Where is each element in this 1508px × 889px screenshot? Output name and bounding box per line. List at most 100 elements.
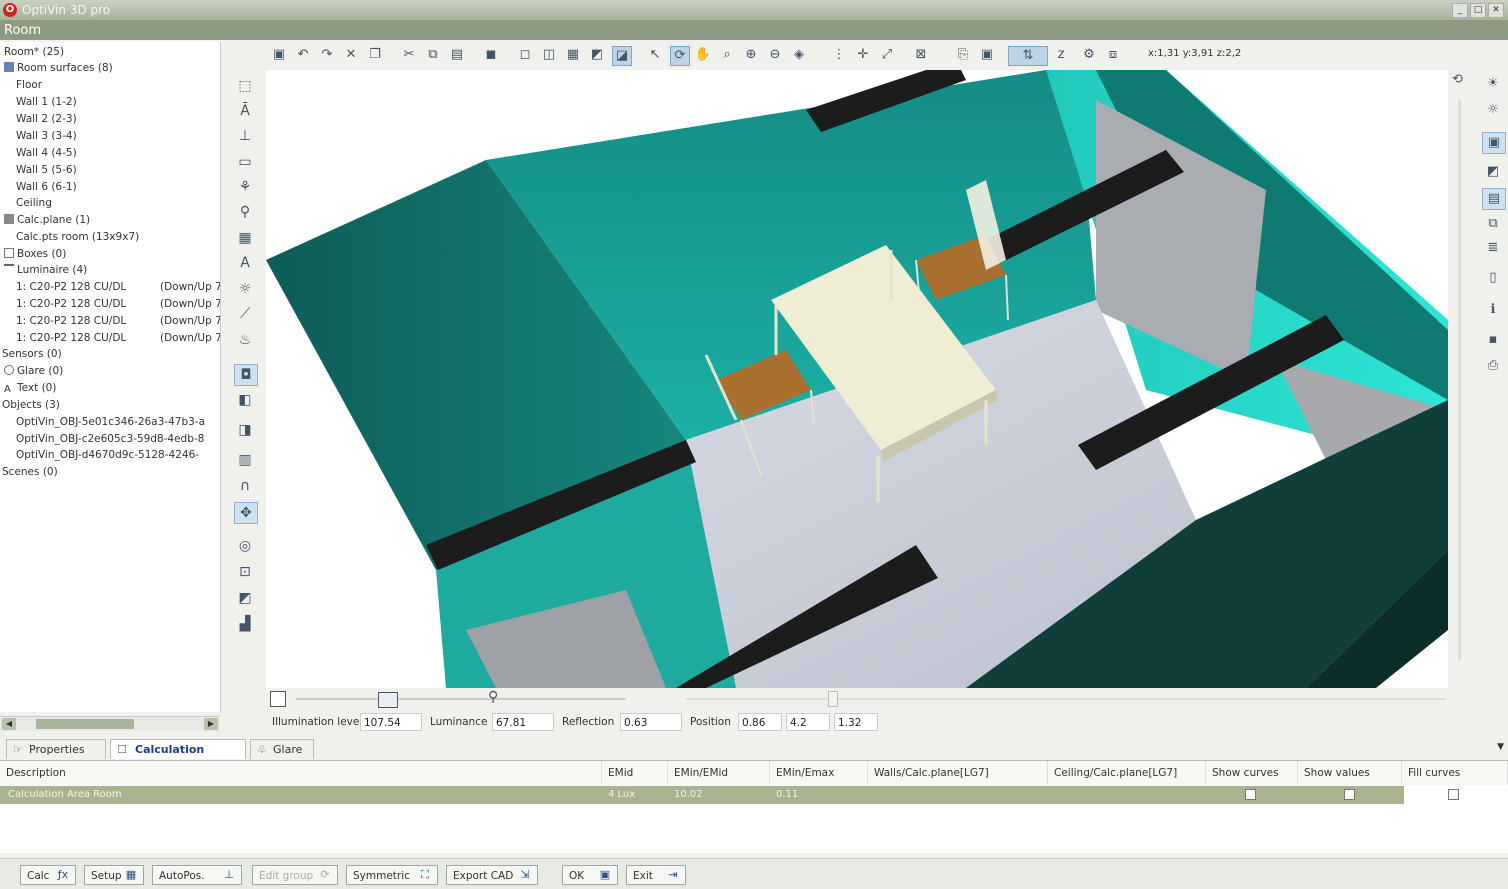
- save-view-icon[interactable]: ▪: [1482, 330, 1504, 350]
- view-front-icon[interactable]: ◻: [516, 46, 534, 64]
- slider-handle-right[interactable]: [828, 691, 838, 707]
- tree-item-luminaire-entry[interactable]: 1: C20-P2 128 CU/DL(Down/Up 70: [16, 296, 220, 312]
- vertical-slider-track[interactable]: [1458, 100, 1461, 660]
- measure-icon[interactable]: ⤢: [878, 46, 896, 64]
- tree-item-object-entry[interactable]: OptiVin_OBJ-d4670d9c-5128-4246-: [16, 447, 199, 463]
- bulb-tool-icon[interactable]: ♨: [234, 330, 256, 350]
- luminaire-row-tool-icon[interactable]: ⊥: [234, 126, 256, 146]
- symmetric-button[interactable]: Symmetric ⛶: [346, 865, 438, 885]
- tree-item-wall[interactable]: Wall 6 (6-1): [16, 179, 77, 195]
- database-icon[interactable]: ≣: [1482, 238, 1504, 258]
- screenshot-icon[interactable]: ⎘: [954, 46, 972, 64]
- false-color-tool-icon[interactable]: ◨: [234, 420, 256, 440]
- fill-curves-checkbox[interactable]: [1448, 789, 1459, 800]
- tree-item-object-entry[interactable]: OptiVin_OBJ-c2e605c3-59d8-4edb-8: [16, 431, 204, 447]
- tree-item-luminaire[interactable]: Luminaire (4): [4, 262, 87, 278]
- layer-tool-icon[interactable]: ◎: [234, 536, 256, 556]
- zoom-fit-icon[interactable]: ◈: [790, 46, 808, 64]
- print-icon[interactable]: ⎙: [1482, 356, 1504, 376]
- tab-calculation-result[interactable]: ☐ Calculation result: [110, 739, 246, 776]
- text-tool-icon[interactable]: A: [234, 253, 256, 273]
- sensor-tool-icon[interactable]: ⚲: [234, 202, 256, 222]
- column-header[interactable]: Ceiling/Calc.plane[LG7]: [1048, 761, 1206, 785]
- slider-track-right[interactable]: [686, 698, 1446, 700]
- tree-item-wall[interactable]: Wall 5 (5-6): [16, 162, 77, 178]
- object-tool-icon[interactable]: ⚘: [234, 177, 256, 197]
- tree-item-scenes[interactable]: Scenes (0): [2, 464, 58, 480]
- slider-knob-icon[interactable]: ⚲: [488, 689, 498, 705]
- tree-item-calc-plane[interactable]: Calc.plane (1): [4, 212, 90, 228]
- settings-icon[interactable]: ⚙: [1080, 46, 1098, 64]
- panel-dropdown-icon[interactable]: ▼: [1497, 742, 1504, 752]
- redo-icon[interactable]: ↷: [318, 46, 336, 64]
- calc-grid-tool-icon[interactable]: ▦: [234, 228, 256, 248]
- display-mode-icon[interactable]: ⊠: [912, 46, 930, 64]
- paste-icon[interactable]: ▤: [448, 46, 466, 64]
- delete-icon[interactable]: ✕: [342, 46, 360, 64]
- column-header[interactable]: EMid: [602, 761, 668, 785]
- exit-button[interactable]: Exit ⇥: [626, 865, 686, 885]
- align-tool-icon[interactable]: ⊡: [234, 562, 256, 582]
- curve-tool-icon[interactable]: ∩: [234, 476, 256, 496]
- line-tool-icon[interactable]: ⟋: [234, 304, 256, 324]
- tab-glare[interactable]: ♧ Glare: [250, 739, 314, 759]
- setup-button[interactable]: Setup ▦: [84, 865, 144, 885]
- view-3d-icon[interactable]: ◪: [612, 46, 632, 66]
- view-cube-tool-icon[interactable]: ◩: [234, 588, 256, 608]
- calc-button[interactable]: Calc ƒx: [20, 865, 76, 885]
- iso-lines-tool-icon[interactable]: ◧: [234, 390, 256, 410]
- tree-item-wall[interactable]: Wall 1 (1-2): [16, 94, 77, 110]
- tree-item-sensors[interactable]: Sensors (0): [2, 346, 62, 362]
- column-header[interactable]: Show curves: [1206, 761, 1298, 785]
- viewport-vertical-slider[interactable]: ⟲: [1450, 70, 1470, 688]
- tab-properties[interactable]: ☞ Properties: [6, 739, 106, 759]
- tree-item-luminaire-entry[interactable]: 1: C20-P2 128 CU/DL(Down/Up 70: [16, 330, 220, 346]
- slider-track[interactable]: [296, 698, 626, 700]
- axis-xy-icon[interactable]: ⇅: [1008, 46, 1048, 66]
- export-icon[interactable]: ▣: [978, 46, 996, 64]
- chart-tool-icon[interactable]: ▥: [234, 450, 256, 470]
- column-header[interactable]: Walls/Calc.plane[LG7]: [868, 761, 1048, 785]
- copy-view-icon[interactable]: ⧉: [1482, 214, 1504, 234]
- luminaire-tool-icon[interactable]: Ā: [234, 101, 256, 121]
- tree-item-wall[interactable]: Wall 2 (2-3): [16, 111, 77, 127]
- pan-hand-icon[interactable]: ✋: [694, 46, 712, 64]
- scroll-left-icon[interactable]: ◀: [2, 718, 16, 730]
- show-values-checkbox[interactable]: [1344, 789, 1355, 800]
- snap-icon[interactable]: ✛: [854, 46, 872, 64]
- axis-z-icon[interactable]: z: [1052, 46, 1070, 64]
- stats-tool-icon[interactable]: ▟: [234, 614, 256, 634]
- pointer-icon[interactable]: ↖: [646, 46, 664, 64]
- scroll-thumb[interactable]: [36, 719, 134, 729]
- tree-item-ceiling[interactable]: Ceiling: [16, 195, 52, 211]
- ok-button[interactable]: OK ▣: [562, 865, 618, 885]
- copy-icon[interactable]: ❐: [366, 46, 384, 64]
- show-curves-checkbox[interactable]: [1245, 789, 1256, 800]
- light-off-icon[interactable]: ☼: [1482, 100, 1504, 120]
- minimize-button[interactable]: _: [1452, 3, 1468, 18]
- surface-icon[interactable]: ▤: [1482, 188, 1506, 210]
- render-icon[interactable]: ◼: [482, 46, 500, 64]
- reset-view-icon[interactable]: ⟲: [1452, 72, 1463, 87]
- box-tool-icon[interactable]: ▭: [234, 152, 256, 172]
- tree-item-glare[interactable]: Glare (0): [4, 363, 63, 379]
- zoom-out-icon[interactable]: ⊖: [766, 46, 784, 64]
- object-tree[interactable]: Room* (25) Room surfaces (8) Floor Wall …: [0, 42, 221, 712]
- room-tool-icon[interactable]: ⬚: [234, 76, 256, 96]
- tree-item-floor[interactable]: Floor: [16, 77, 42, 93]
- tree-item-calc-pts[interactable]: Calc.pts room (13x9x7): [16, 229, 139, 245]
- view-iso-icon[interactable]: ◩: [588, 46, 606, 64]
- render-mode-icon[interactable]: ▣: [1482, 132, 1506, 154]
- column-header[interactable]: Show values: [1298, 761, 1402, 785]
- close-button[interactable]: ✕: [1488, 3, 1504, 18]
- slider-toggle-checkbox[interactable]: [270, 691, 286, 707]
- tree-item-wall[interactable]: Wall 4 (4-5): [16, 145, 77, 161]
- glare-tool-icon[interactable]: ☼: [234, 279, 256, 299]
- undo-icon[interactable]: ↶: [294, 46, 312, 64]
- tree-horizontal-scrollbar[interactable]: ◀ ▶: [0, 716, 220, 731]
- edit-group-button[interactable]: Edit group ⟳: [252, 865, 338, 885]
- light-on-icon[interactable]: ☀: [1482, 74, 1504, 94]
- tree-item-object-entry[interactable]: OptiVin_OBJ-5e01c346-26a3-47b3-a: [16, 414, 205, 430]
- layers-icon[interactable]: ◩: [1482, 162, 1504, 182]
- scroll-right-icon[interactable]: ▶: [204, 718, 218, 730]
